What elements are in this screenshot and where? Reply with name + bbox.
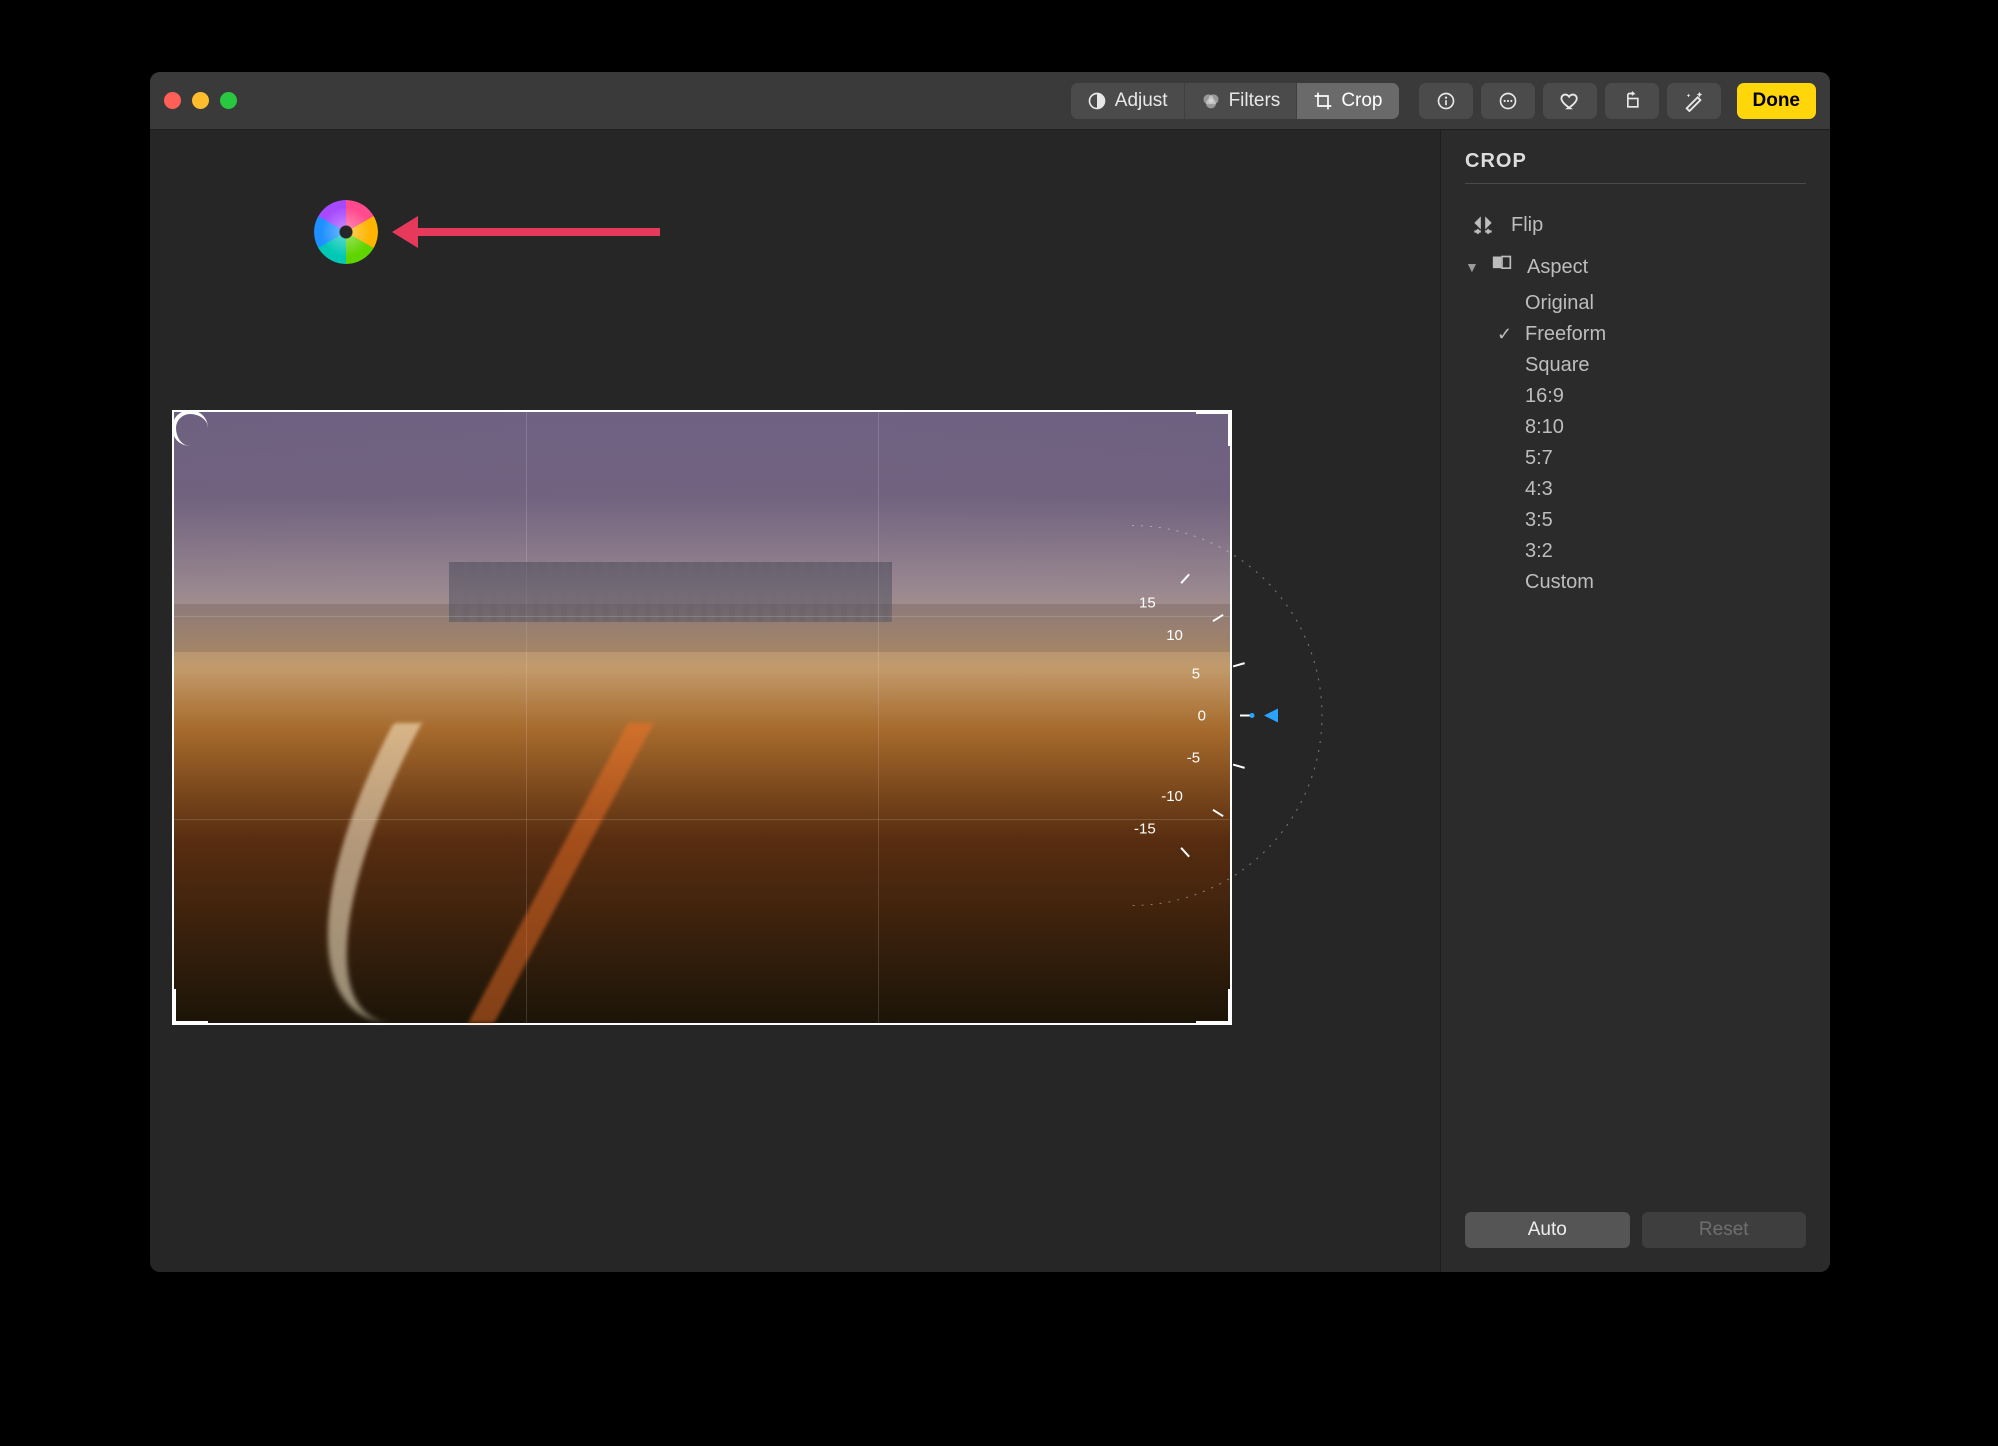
photo-content bbox=[174, 532, 1230, 652]
favorite-icon bbox=[1559, 90, 1581, 112]
tab-crop-label: Crop bbox=[1341, 90, 1382, 112]
tab-filters[interactable]: Filters bbox=[1185, 83, 1298, 119]
aspect-option-label: 5:7 bbox=[1525, 447, 1553, 470]
beachball-cursor-icon bbox=[314, 200, 378, 264]
filters-icon bbox=[1201, 91, 1221, 111]
annotation-arrow bbox=[400, 228, 660, 236]
dial-pointer-icon bbox=[1264, 708, 1278, 722]
aspect-option-label: Original bbox=[1525, 292, 1594, 315]
dial-tick-label: -5 bbox=[1187, 749, 1200, 766]
aspect-header[interactable]: ▼ Aspect bbox=[1465, 246, 1806, 288]
crop-handle-bottom-left[interactable] bbox=[172, 989, 208, 1025]
window-controls bbox=[164, 92, 237, 109]
done-button-label: Done bbox=[1753, 90, 1801, 112]
auto-button-label: Auto bbox=[1528, 1219, 1567, 1241]
flip-row[interactable]: Flip bbox=[1465, 204, 1806, 246]
done-button[interactable]: Done bbox=[1737, 83, 1817, 119]
sidebar-bottom-buttons: Auto Reset bbox=[1465, 1212, 1806, 1248]
more-button[interactable] bbox=[1481, 83, 1535, 119]
favorite-button[interactable] bbox=[1543, 83, 1597, 119]
aspect-option-label: 8:10 bbox=[1525, 416, 1564, 439]
tab-adjust-label: Adjust bbox=[1115, 90, 1168, 112]
info-button[interactable] bbox=[1419, 83, 1473, 119]
crop-frame[interactable] bbox=[172, 410, 1232, 1025]
aspect-option-label: 3:5 bbox=[1525, 509, 1553, 532]
checkmark-icon: ✓ bbox=[1497, 324, 1512, 345]
crop-sidebar: CROP Flip ▼ Aspect Original✓FreeformSqua… bbox=[1440, 130, 1830, 1272]
crop-handle-bottom-right[interactable] bbox=[1196, 989, 1232, 1025]
disclosure-triangle-icon: ▼ bbox=[1465, 259, 1479, 275]
aspect-option[interactable]: Custom bbox=[1525, 567, 1806, 598]
reset-button-label: Reset bbox=[1699, 1219, 1749, 1241]
aspect-icon bbox=[1489, 254, 1517, 280]
rotate-icon bbox=[1622, 91, 1642, 111]
tab-crop[interactable]: Crop bbox=[1297, 83, 1398, 119]
aspect-option-label: 4:3 bbox=[1525, 478, 1553, 501]
aspect-label: Aspect bbox=[1527, 256, 1588, 279]
aspect-option-label: 3:2 bbox=[1525, 540, 1553, 563]
more-icon bbox=[1498, 91, 1518, 111]
tab-filters-label: Filters bbox=[1229, 90, 1281, 112]
dial-tick-label: 5 bbox=[1192, 665, 1200, 682]
close-window-button[interactable] bbox=[164, 92, 181, 109]
dial-tick-label: 15 bbox=[1139, 594, 1156, 611]
auto-button[interactable]: Auto bbox=[1465, 1212, 1630, 1248]
zoom-window-button[interactable] bbox=[220, 92, 237, 109]
aspect-option[interactable]: 8:10 bbox=[1525, 412, 1806, 443]
reset-button: Reset bbox=[1642, 1212, 1807, 1248]
straighten-dial[interactable]: 151050-5-10-15 bbox=[1172, 505, 1312, 930]
rotate-button[interactable] bbox=[1605, 83, 1659, 119]
enhance-icon bbox=[1683, 90, 1705, 112]
aspect-option[interactable]: Original bbox=[1525, 288, 1806, 319]
minimize-window-button[interactable] bbox=[192, 92, 209, 109]
enhance-button[interactable] bbox=[1667, 83, 1721, 119]
canvas-area: 15 10 5 0 -5 -10 -15 bbox=[150, 130, 1440, 1272]
flip-label: Flip bbox=[1511, 214, 1543, 237]
crop-handle-top-left[interactable] bbox=[172, 410, 208, 446]
tab-adjust[interactable]: Adjust bbox=[1071, 83, 1185, 119]
dial-tick-label: 10 bbox=[1166, 626, 1183, 643]
edit-mode-tabs: Adjust Filters Crop bbox=[1071, 83, 1399, 119]
toolbar-right-buttons bbox=[1419, 83, 1721, 119]
flip-icon bbox=[1469, 212, 1497, 238]
editor-body: 15 10 5 0 -5 -10 -15 CROP Flip ▼ bbox=[150, 130, 1830, 1272]
sidebar-divider bbox=[1465, 183, 1806, 184]
aspect-option-label: Freeform bbox=[1525, 323, 1606, 346]
aspect-option-label: Custom bbox=[1525, 571, 1594, 594]
aspect-option[interactable]: 4:3 bbox=[1525, 474, 1806, 505]
aspect-option-label: Square bbox=[1525, 354, 1590, 377]
adjust-icon bbox=[1087, 91, 1107, 111]
dial-tick-label: -15 bbox=[1134, 820, 1156, 837]
sidebar-title: CROP bbox=[1465, 150, 1806, 173]
aspect-option[interactable]: 3:2 bbox=[1525, 536, 1806, 567]
crop-icon bbox=[1313, 91, 1333, 111]
dial-tick-label: -10 bbox=[1161, 788, 1183, 805]
crop-handle-top-right[interactable] bbox=[1196, 410, 1232, 446]
dial-tick-label: 0 bbox=[1198, 707, 1206, 724]
titlebar: Adjust Filters Crop bbox=[150, 72, 1830, 130]
aspect-option[interactable]: 16:9 bbox=[1525, 381, 1806, 412]
aspect-option[interactable]: 3:5 bbox=[1525, 505, 1806, 536]
photos-edit-window: Adjust Filters Crop bbox=[150, 72, 1830, 1272]
aspect-option[interactable]: 5:7 bbox=[1525, 443, 1806, 474]
aspect-option[interactable]: ✓Freeform bbox=[1525, 319, 1806, 350]
aspect-options-list: Original✓FreeformSquare16:98:105:74:33:5… bbox=[1465, 288, 1806, 598]
info-icon bbox=[1436, 91, 1456, 111]
photo-content-lights bbox=[234, 723, 654, 1023]
aspect-option[interactable]: Square bbox=[1525, 350, 1806, 381]
aspect-option-label: 16:9 bbox=[1525, 385, 1564, 408]
